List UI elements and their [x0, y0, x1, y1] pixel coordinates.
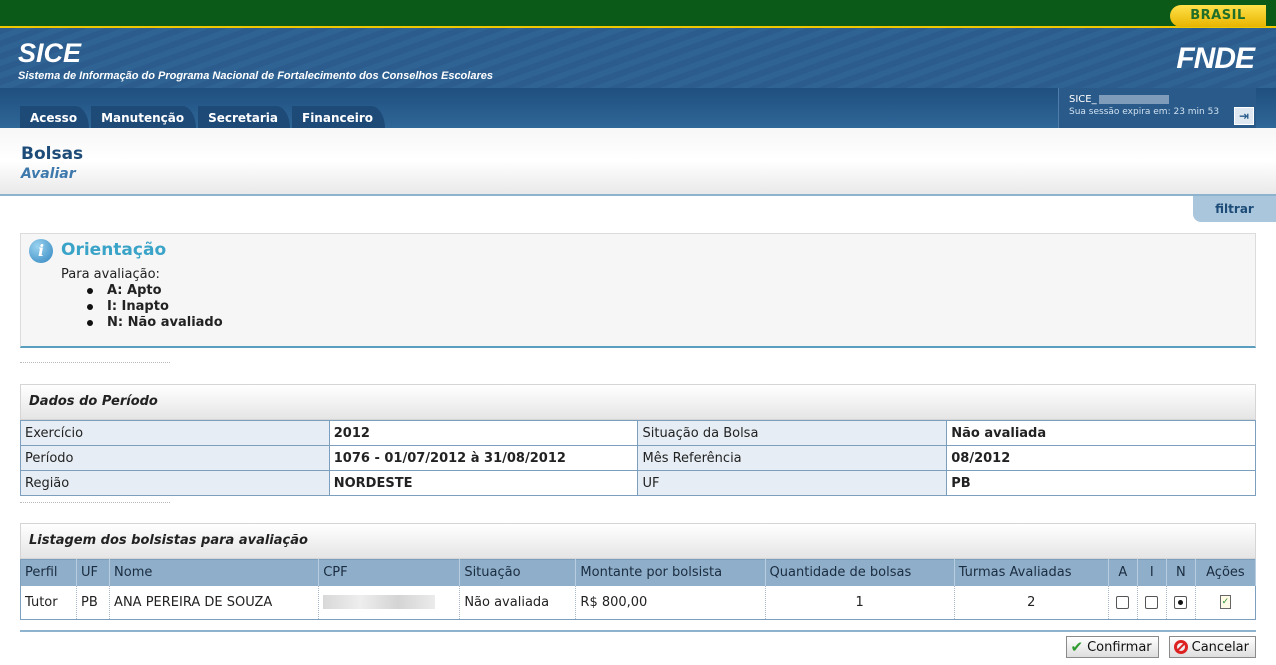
orientation-intro: Para avaliação:	[61, 267, 160, 282]
list-item: A: Apto	[87, 283, 223, 299]
value-periodo: 1076 - 01/07/2012 à 31/08/2012	[328, 445, 639, 471]
fnde-logo: FNDE	[1176, 42, 1255, 75]
cpf-redacted	[323, 595, 436, 610]
col-inapto: I	[1137, 559, 1167, 586]
cell-montante: R$ 800,00	[575, 585, 766, 620]
col-nao-avaliado: N	[1166, 559, 1196, 586]
cell-situacao: Não avaliada	[459, 585, 577, 620]
app-name: SICE	[18, 38, 82, 68]
value-situacao-bolsa: Não avaliada	[946, 420, 1256, 446]
session-info: SICE_ Sua sessão expira em: 23 min 53	[1058, 88, 1256, 128]
title-bar: Bolsas Avaliar	[0, 128, 1276, 196]
table-header-row: Perfil UF Nome CPF Situação Montante por…	[20, 559, 1257, 586]
table-row: Exercício 2012 Situação da Bolsa Não ava…	[20, 420, 1256, 446]
main-nav: Acesso Manutenção Secretaria Financeiro	[20, 106, 386, 128]
logout-icon[interactable]: ⇥	[1234, 107, 1254, 125]
label-uf: UF	[637, 470, 948, 496]
divider	[20, 630, 1256, 632]
cancel-button[interactable]: Cancelar	[1168, 636, 1256, 658]
divider	[20, 502, 170, 503]
clipboard-icon[interactable]: ✓	[1219, 595, 1231, 610]
session-user: SICE_	[1069, 94, 1097, 105]
page-title: Bolsas	[21, 144, 84, 164]
confirm-button[interactable]: ✔ Confirmar	[1065, 636, 1159, 658]
radio-nao-avaliado[interactable]	[1174, 595, 1188, 609]
bolsistas-table: Perfil UF Nome CPF Situação Montante por…	[20, 559, 1257, 620]
col-situacao[interactable]: Situação	[459, 559, 577, 586]
orientation-title: Orientação	[61, 240, 167, 260]
listagem-section: Listagem dos bolsistas para avaliação Pe…	[20, 523, 1257, 620]
periodo-header: Dados do Período	[20, 384, 1256, 420]
cell-uf: PB	[76, 585, 111, 620]
list-item: I: Inapto	[87, 299, 223, 315]
col-turmas[interactable]: Turmas Avaliadas	[954, 559, 1109, 586]
orientation-list: A: Apto I: Inapto N: Não avaliado	[87, 283, 223, 331]
col-montante[interactable]: Montante por bolsista	[575, 559, 766, 586]
periodo-table: Exercício 2012 Situação da Bolsa Não ava…	[20, 420, 1256, 496]
cell-turmas: 2	[954, 585, 1109, 620]
check-icon: ✔	[1070, 638, 1084, 656]
cell-perfil: Tutor	[20, 585, 78, 620]
col-cpf[interactable]: CPF	[318, 559, 461, 586]
cell-nome: ANA PEREIRA DE SOUZA	[109, 585, 320, 620]
table-row: Região NORDESTE UF PB	[20, 470, 1256, 496]
periodo-section: Dados do Período Exercício 2012 Situação…	[20, 384, 1256, 496]
radio-apto[interactable]	[1116, 595, 1130, 609]
value-exercicio: 2012	[328, 420, 639, 446]
table-row: Período 1076 - 01/07/2012 à 31/08/2012 M…	[20, 445, 1256, 471]
col-uf[interactable]: UF	[76, 559, 111, 586]
list-item: N: Não avaliado	[87, 315, 223, 331]
value-mes-referencia: 08/2012	[946, 445, 1256, 471]
cell-quantidade: 1	[765, 585, 955, 620]
orientation-box: i Orientação Para avaliação: A: Apto I: …	[20, 233, 1256, 348]
value-uf: PB	[946, 470, 1256, 496]
label-mes-referencia: Mês Referência	[637, 445, 948, 471]
col-quantidade[interactable]: Quantidade de bolsas	[765, 559, 955, 586]
nav-acesso[interactable]: Acesso	[20, 106, 90, 128]
info-icon: i	[29, 239, 53, 263]
filter-button[interactable]: filtrar	[1193, 196, 1276, 222]
forbidden-icon	[1173, 640, 1188, 654]
col-acoes: Ações	[1195, 559, 1257, 586]
nav-financeiro[interactable]: Financeiro	[292, 106, 386, 128]
app-subtitle: Sistema de Informação do Programa Nacion…	[18, 70, 493, 82]
col-perfil[interactable]: Perfil	[20, 559, 78, 586]
cell-cpf	[318, 585, 461, 620]
table-row: Tutor PB ANA PEREIRA DE SOUZA Não avalia…	[20, 585, 1257, 620]
government-bar: BRASIL	[0, 0, 1276, 28]
filter-bar: filtrar	[0, 196, 1276, 224]
cancel-label: Cancelar	[1191, 639, 1249, 655]
nav-secretaria[interactable]: Secretaria	[198, 106, 290, 128]
page-subtitle: Avaliar	[21, 166, 76, 182]
col-nome[interactable]: Nome	[109, 559, 320, 586]
listagem-header: Listagem dos bolsistas para avaliação	[20, 523, 1256, 559]
col-apto: A	[1108, 559, 1138, 586]
nav-manutencao[interactable]: Manutenção	[91, 106, 197, 128]
label-regiao: Região	[20, 470, 330, 496]
action-buttons: ✔ Confirmar Cancelar	[1065, 636, 1256, 658]
label-exercicio: Exercício	[20, 420, 330, 446]
divider	[20, 362, 170, 363]
label-periodo: Período	[20, 445, 330, 471]
value-regiao: NORDESTE	[328, 470, 639, 496]
user-redacted	[1098, 94, 1169, 104]
confirm-label: Confirmar	[1087, 639, 1152, 655]
label-situacao-bolsa: Situação da Bolsa	[637, 420, 948, 446]
header: SICE Sistema de Informação do Programa N…	[0, 28, 1276, 128]
brasil-logo[interactable]: BRASIL	[1170, 5, 1266, 27]
session-expire: Sua sessão expira em: 23 min 53	[1069, 107, 1220, 117]
radio-inapto[interactable]	[1145, 595, 1159, 609]
